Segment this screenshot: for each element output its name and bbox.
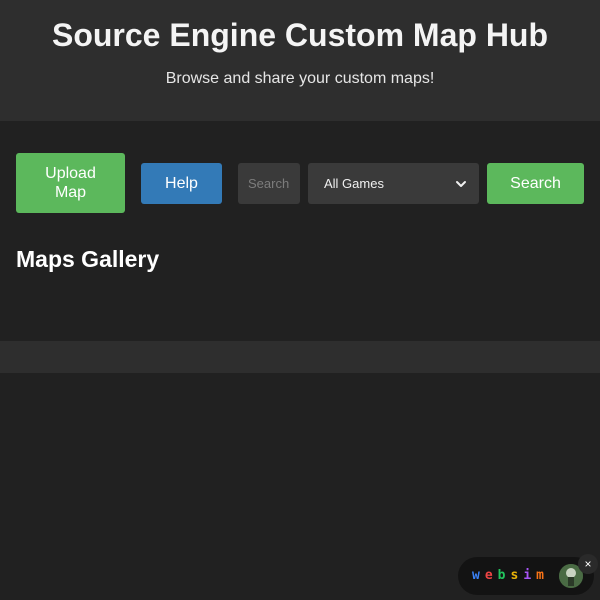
toolbar: Upload Map Help All Games Search	[0, 153, 600, 213]
game-filter-select[interactable]: All Games	[308, 163, 479, 204]
page: Source Engine Custom Map Hub Browse and …	[0, 0, 600, 600]
page-title: Source Engine Custom Map Hub	[51, 17, 549, 53]
search-button[interactable]: Search	[487, 163, 584, 204]
websim-letter: s	[510, 568, 524, 583]
websim-letter: i	[523, 568, 537, 583]
websim-letter: b	[497, 568, 511, 583]
help-button[interactable]: Help	[141, 163, 222, 204]
gallery-heading: Maps Gallery	[16, 246, 160, 272]
chevron-down-icon	[456, 180, 466, 187]
site-header: Source Engine Custom Map Hub Browse and …	[0, 0, 600, 121]
game-filter-selected-value: All Games	[324, 176, 384, 191]
websim-logo-text: websim	[472, 567, 549, 585]
websim-letter: w	[472, 568, 485, 583]
websim-letter: e	[484, 568, 498, 583]
upload-map-button[interactable]: Upload Map	[16, 153, 125, 213]
close-icon[interactable]: ×	[578, 554, 598, 574]
page-subtitle: Browse and share your custom maps!	[165, 70, 435, 87]
footer-band	[0, 341, 600, 373]
search-input[interactable]	[238, 163, 300, 204]
websim-badge[interactable]: websim	[458, 557, 594, 595]
websim-letter: m	[536, 568, 549, 583]
